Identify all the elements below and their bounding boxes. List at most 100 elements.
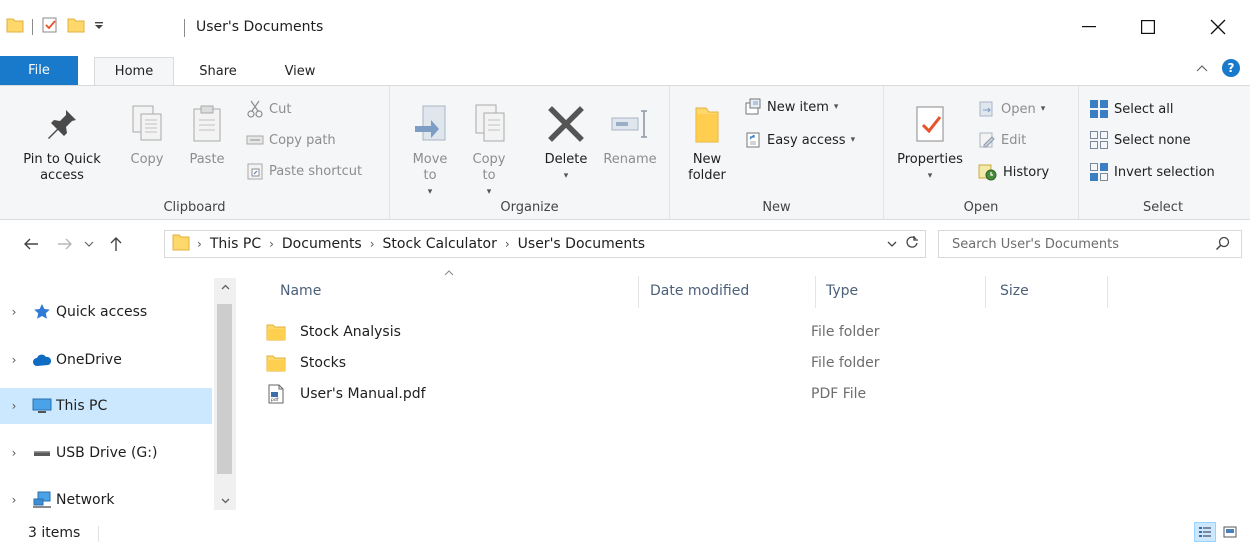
- properties-label: Properties: [897, 152, 963, 167]
- copy-path-button[interactable]: Copy path: [246, 129, 336, 151]
- up-button[interactable]: [104, 232, 128, 256]
- cut-button[interactable]: Cut: [246, 98, 291, 120]
- new-folder-button[interactable]: New folder: [682, 100, 732, 184]
- edit-button[interactable]: Edit: [978, 129, 1026, 151]
- tab-share[interactable]: Share: [186, 58, 250, 85]
- chevron-right-icon[interactable]: ›: [0, 493, 28, 507]
- folder-icon: [262, 323, 290, 341]
- nav-item-this-pc[interactable]: › This PC: [0, 388, 212, 424]
- customize-qat-icon[interactable]: [93, 19, 105, 35]
- scroll-up-icon[interactable]: [214, 278, 236, 296]
- column-header-size[interactable]: Size: [1000, 274, 1029, 308]
- delete-button[interactable]: Delete ▾: [534, 100, 598, 184]
- paste-shortcut-button[interactable]: Paste shortcut: [246, 160, 362, 182]
- breadcrumb-separator-icon[interactable]: ›: [370, 237, 375, 251]
- back-button[interactable]: [18, 232, 44, 256]
- file-type: PDF File: [811, 386, 867, 402]
- forward-arrow-icon: [58, 238, 72, 250]
- column-header-date-modified[interactable]: Date modified: [650, 274, 749, 308]
- tab-file[interactable]: File: [0, 56, 78, 85]
- status-bar: 3 items: [0, 518, 1250, 548]
- select-none-label: Select none: [1114, 132, 1191, 148]
- search-input[interactable]: [952, 236, 1212, 252]
- paste-button[interactable]: Paste: [180, 100, 234, 168]
- search-icon[interactable]: [1215, 236, 1231, 256]
- breadcrumb-documents[interactable]: Documents: [282, 236, 362, 252]
- breadcrumb: › This PC › Documents › Stock Calculator…: [197, 236, 645, 252]
- forward-button[interactable]: [52, 232, 78, 256]
- column-divider[interactable]: [1107, 276, 1108, 308]
- breadcrumb-separator-icon[interactable]: ›: [269, 237, 274, 251]
- rename-label: Rename: [603, 152, 657, 167]
- scissors-icon: [247, 100, 263, 118]
- rename-button[interactable]: Rename: [598, 100, 662, 168]
- properties-check-icon[interactable]: [41, 16, 59, 38]
- pin-to-quick-access-button[interactable]: Pin to Quick access: [14, 100, 110, 184]
- file-row[interactable]: pdf User's Manual.pdf PDF File: [262, 379, 1022, 409]
- address-row: › This PC › Documents › Stock Calculator…: [0, 220, 1250, 268]
- separator: [184, 19, 185, 37]
- file-row[interactable]: Stock Analysis File folder: [262, 317, 1022, 347]
- collapse-ribbon-icon[interactable]: [1196, 61, 1208, 76]
- invert-selection-button[interactable]: Invert selection: [1089, 161, 1215, 183]
- nav-item-quick-access[interactable]: › Quick access: [0, 294, 212, 330]
- breadcrumb-separator-icon[interactable]: ›: [197, 237, 202, 251]
- file-row[interactable]: Stocks File folder: [262, 348, 1022, 378]
- group-clipboard: Pin to Quick access Copy Paste Cut Copy …: [0, 86, 390, 219]
- help-icon[interactable]: ?: [1222, 59, 1240, 77]
- recent-locations-button[interactable]: [80, 232, 98, 256]
- history-icon: [978, 164, 997, 181]
- refresh-button[interactable]: [905, 235, 919, 253]
- column-divider[interactable]: [638, 276, 639, 308]
- copy-button[interactable]: Copy: [120, 100, 174, 168]
- tab-view[interactable]: View: [268, 58, 332, 85]
- column-header-name[interactable]: Name: [280, 274, 321, 308]
- open-button[interactable]: Open ▾: [978, 98, 1045, 120]
- minimize-button[interactable]: [1066, 8, 1112, 46]
- scroll-thumb[interactable]: [217, 304, 232, 474]
- chevron-right-icon[interactable]: ›: [0, 353, 28, 367]
- search-box[interactable]: [938, 230, 1242, 258]
- copy-icon: [129, 100, 165, 148]
- scroll-down-icon[interactable]: [214, 492, 236, 510]
- easy-access-button[interactable]: Easy access ▾: [744, 129, 855, 151]
- breadcrumb-stock-calculator[interactable]: Stock Calculator: [383, 236, 497, 252]
- move-to-button[interactable]: Move to ▾: [404, 100, 456, 200]
- details-view-button[interactable]: [1194, 522, 1216, 542]
- history-button[interactable]: History: [978, 161, 1049, 183]
- select-none-button[interactable]: Select none: [1089, 129, 1191, 151]
- nav-item-onedrive[interactable]: › OneDrive: [0, 342, 212, 378]
- edit-icon: [979, 132, 995, 148]
- copy-to-button[interactable]: Copy to ▾: [462, 100, 516, 200]
- chevron-right-icon[interactable]: ›: [0, 305, 28, 319]
- maximize-button[interactable]: [1125, 8, 1171, 46]
- address-bar[interactable]: › This PC › Documents › Stock Calculator…: [164, 230, 926, 258]
- quick-access-toolbar: [6, 14, 105, 40]
- breadcrumb-separator-icon[interactable]: ›: [505, 237, 510, 251]
- file-list: Name Date modified Type Size Stock Analy…: [248, 268, 1250, 518]
- copy-to-icon: [470, 100, 508, 148]
- address-history-dropdown[interactable]: [887, 237, 897, 252]
- back-arrow-icon: [24, 238, 38, 250]
- breadcrumb-current[interactable]: User's Documents: [518, 236, 645, 252]
- new-folder-icon[interactable]: [67, 16, 85, 38]
- copy-path-icon: [246, 135, 264, 145]
- properties-button[interactable]: Properties ▾: [890, 100, 970, 184]
- delete-x-icon: [546, 100, 586, 148]
- breadcrumb-this-pc[interactable]: This PC: [210, 236, 261, 252]
- nav-item-usb-drive[interactable]: › USB Drive (G:): [0, 435, 212, 471]
- new-item-button[interactable]: New item ▾: [744, 96, 838, 118]
- paste-label: Paste: [189, 152, 225, 167]
- new-folder-icon: [690, 100, 724, 148]
- nav-scrollbar[interactable]: [214, 278, 236, 510]
- close-button[interactable]: [1195, 8, 1241, 46]
- large-icons-view-button[interactable]: [1219, 522, 1241, 542]
- column-divider[interactable]: [815, 276, 816, 308]
- column-header-type[interactable]: Type: [826, 274, 858, 308]
- chevron-right-icon[interactable]: ›: [0, 446, 28, 460]
- select-all-button[interactable]: Select all: [1089, 98, 1173, 120]
- nav-item-network[interactable]: › Network: [0, 482, 212, 518]
- chevron-right-icon[interactable]: ›: [0, 399, 28, 413]
- tab-home[interactable]: Home: [94, 57, 174, 85]
- column-divider[interactable]: [985, 276, 986, 308]
